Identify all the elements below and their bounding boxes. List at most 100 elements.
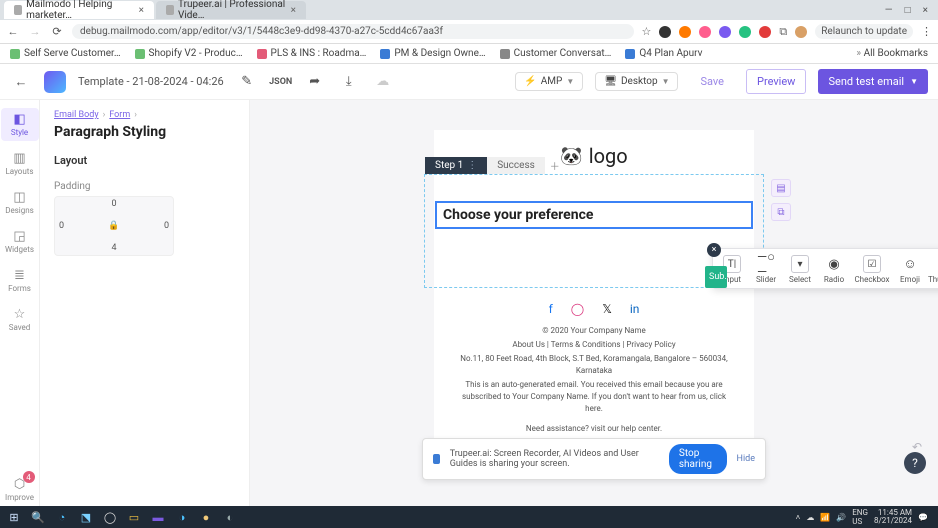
layout-pill-icon[interactable]: ▤ bbox=[771, 179, 791, 197]
maximize-icon[interactable]: □ bbox=[905, 5, 911, 16]
edit-name-icon[interactable]: ✎ bbox=[236, 71, 258, 93]
x-twitter-icon[interactable]: 𝕏 bbox=[602, 302, 612, 316]
task-app[interactable]: ◐ bbox=[220, 508, 240, 526]
json-icon[interactable]: JSON bbox=[270, 71, 292, 93]
padding-left-input[interactable]: 0 bbox=[59, 221, 64, 231]
browser-tab[interactable]: Trupeer.ai | Professional Vide… × bbox=[156, 1, 306, 19]
close-popup-icon[interactable]: × bbox=[707, 243, 721, 257]
screen-share-banner: Trupeer.ai: Screen Recorder, AI Videos a… bbox=[422, 438, 766, 480]
form-heading-field[interactable]: Choose your preference bbox=[435, 201, 753, 229]
padding-right-input[interactable]: 0 bbox=[164, 221, 169, 231]
download-icon[interactable]: ⤓ bbox=[338, 71, 360, 93]
bookmark-item[interactable]: Shopify V2 - Produc… bbox=[135, 48, 243, 59]
extensions-icon[interactable]: ⧉ bbox=[779, 25, 787, 39]
task-app[interactable]: ◯ bbox=[100, 508, 120, 526]
padding-top-input[interactable]: 0 bbox=[111, 199, 116, 209]
padding-bottom-input[interactable]: 4 bbox=[111, 243, 116, 253]
all-bookmarks-link[interactable]: » All Bookmarks bbox=[856, 48, 928, 59]
template-name[interactable]: Template - 21-08-2024 - 04:26 bbox=[78, 75, 224, 88]
submit-button-preview[interactable]: Sub… bbox=[705, 266, 727, 288]
editor-canvas[interactable]: 🐼 logo Step 1⋮ Success ＋ ▤ ⧉ Choose your… bbox=[250, 100, 938, 506]
task-app[interactable]: ◑ bbox=[172, 508, 192, 526]
url-input[interactable]: debug.mailmodo.com/app/editor/v3/1/5448c… bbox=[72, 24, 634, 39]
component-select[interactable]: ▾Select bbox=[783, 253, 817, 286]
task-app[interactable]: ⬔ bbox=[76, 508, 96, 526]
extension-icon[interactable] bbox=[759, 26, 771, 38]
tray-clock[interactable]: 11:45 AM8/21/2024 bbox=[874, 509, 912, 525]
step-tab-success[interactable]: Success bbox=[487, 157, 545, 174]
forward-icon[interactable]: → bbox=[28, 25, 42, 38]
amp-selector[interactable]: ⚡AMP▼ bbox=[515, 72, 583, 91]
component-slider[interactable]: —○—Slider bbox=[749, 253, 783, 286]
crumb-link[interactable]: Form bbox=[109, 110, 130, 120]
preview-button[interactable]: Preview bbox=[746, 69, 806, 94]
linkedin-icon[interactable]: in bbox=[630, 302, 640, 316]
tray-chevron-icon[interactable]: ˄ bbox=[796, 513, 801, 522]
tray-volume-icon[interactable]: 🔊 bbox=[836, 513, 846, 522]
rail-style[interactable]: ◧Style bbox=[1, 108, 39, 141]
tray-notifications-icon[interactable]: 💬 bbox=[918, 513, 928, 522]
facebook-icon[interactable]: f bbox=[549, 302, 553, 316]
app-logo[interactable] bbox=[44, 71, 66, 93]
bookmark-item[interactable]: Self Serve Customer… bbox=[10, 48, 121, 59]
task-app[interactable]: ▬ bbox=[148, 508, 168, 526]
browser-tab-active[interactable]: Mailmodo | Helping marketer… × bbox=[4, 1, 154, 19]
tray-cloud-icon[interactable]: ☁ bbox=[806, 513, 814, 522]
extension-icon[interactable] bbox=[699, 26, 711, 38]
rail-layouts[interactable]: ▥Layouts bbox=[1, 147, 39, 180]
extension-icon[interactable] bbox=[679, 26, 691, 38]
step-kebab-icon[interactable]: ⋮ bbox=[467, 160, 477, 171]
add-step-button[interactable]: ＋ bbox=[545, 158, 565, 173]
component-radio[interactable]: ◉Radio bbox=[817, 253, 851, 286]
tray-lang[interactable]: ENGUS bbox=[852, 508, 868, 526]
help-fab[interactable]: ? bbox=[904, 452, 926, 474]
crumb-link[interactable]: Email Body bbox=[54, 110, 99, 120]
hide-banner-link[interactable]: Hide bbox=[737, 454, 755, 464]
profile-avatar[interactable] bbox=[795, 26, 807, 38]
start-button[interactable]: ⊞ bbox=[4, 508, 24, 526]
bookmark-item[interactable]: Q4 Plan Apurv bbox=[625, 48, 702, 59]
close-tab-icon[interactable]: × bbox=[139, 5, 144, 16]
send-test-button[interactable]: Send test email▼ bbox=[818, 69, 928, 94]
back-icon[interactable]: ← bbox=[6, 25, 20, 38]
save-button[interactable]: Save bbox=[690, 71, 734, 92]
component-checkbox[interactable]: ☑Checkbox bbox=[851, 253, 893, 286]
tray-wifi-icon[interactable]: 📶 bbox=[820, 513, 830, 522]
kebab-icon[interactable]: ⋮ bbox=[921, 25, 932, 38]
amp-label: AMP bbox=[541, 76, 563, 87]
footer-links[interactable]: About Us | Terms & Conditions | Privacy … bbox=[434, 338, 754, 352]
task-search-icon[interactable]: 🔍 bbox=[28, 508, 48, 526]
instagram-icon[interactable]: ◯ bbox=[571, 302, 584, 316]
star-icon[interactable]: ☆ bbox=[642, 25, 652, 38]
task-app[interactable]: ◔ bbox=[52, 508, 72, 526]
rail-improve[interactable]: 4 ⬡ Improve bbox=[1, 473, 39, 506]
component-emoji[interactable]: ☺Emoji bbox=[893, 253, 927, 286]
extension-icon[interactable] bbox=[659, 26, 671, 38]
rail-saved[interactable]: ☆Saved bbox=[1, 303, 39, 336]
rail-widgets[interactable]: ◲Widgets bbox=[1, 225, 39, 258]
viewport-selector[interactable]: 🖥Desktop▼ bbox=[595, 72, 678, 91]
close-tab-icon[interactable]: × bbox=[291, 5, 296, 16]
reload-icon[interactable]: ⟳ bbox=[50, 25, 64, 38]
bookmark-favicon bbox=[500, 49, 510, 59]
padding-lock-icon[interactable]: 🔒 bbox=[108, 221, 119, 231]
rail-designs[interactable]: ◫Designs bbox=[1, 186, 39, 219]
minimize-icon[interactable]: — bbox=[885, 5, 893, 16]
component-thumbsup[interactable]: 👍Thumbs up bbox=[927, 253, 938, 286]
step-tab-active[interactable]: Step 1⋮ bbox=[425, 157, 487, 174]
duplicate-pill-icon[interactable]: ⧉ bbox=[771, 203, 791, 221]
share-icon[interactable]: ➦ bbox=[304, 71, 326, 93]
extension-icon[interactable] bbox=[739, 26, 751, 38]
close-window-icon[interactable]: × bbox=[923, 5, 928, 16]
relaunch-button[interactable]: Relaunch to update bbox=[815, 24, 913, 39]
task-app[interactable]: ▭ bbox=[124, 508, 144, 526]
task-app[interactable]: ● bbox=[196, 508, 216, 526]
bookmark-item[interactable]: Customer Conversat… bbox=[500, 48, 612, 59]
bookmark-item[interactable]: PM & Design Owne… bbox=[380, 48, 485, 59]
back-button[interactable]: ← bbox=[10, 71, 32, 93]
stop-sharing-button[interactable]: Stop sharing bbox=[669, 444, 727, 474]
extension-icon[interactable] bbox=[719, 26, 731, 38]
bookmark-item[interactable]: PLS & INS : Roadma… bbox=[257, 48, 367, 59]
padding-control[interactable]: 0 0 4 0 🔒 bbox=[54, 196, 174, 256]
rail-forms[interactable]: ≣Forms bbox=[1, 264, 39, 297]
